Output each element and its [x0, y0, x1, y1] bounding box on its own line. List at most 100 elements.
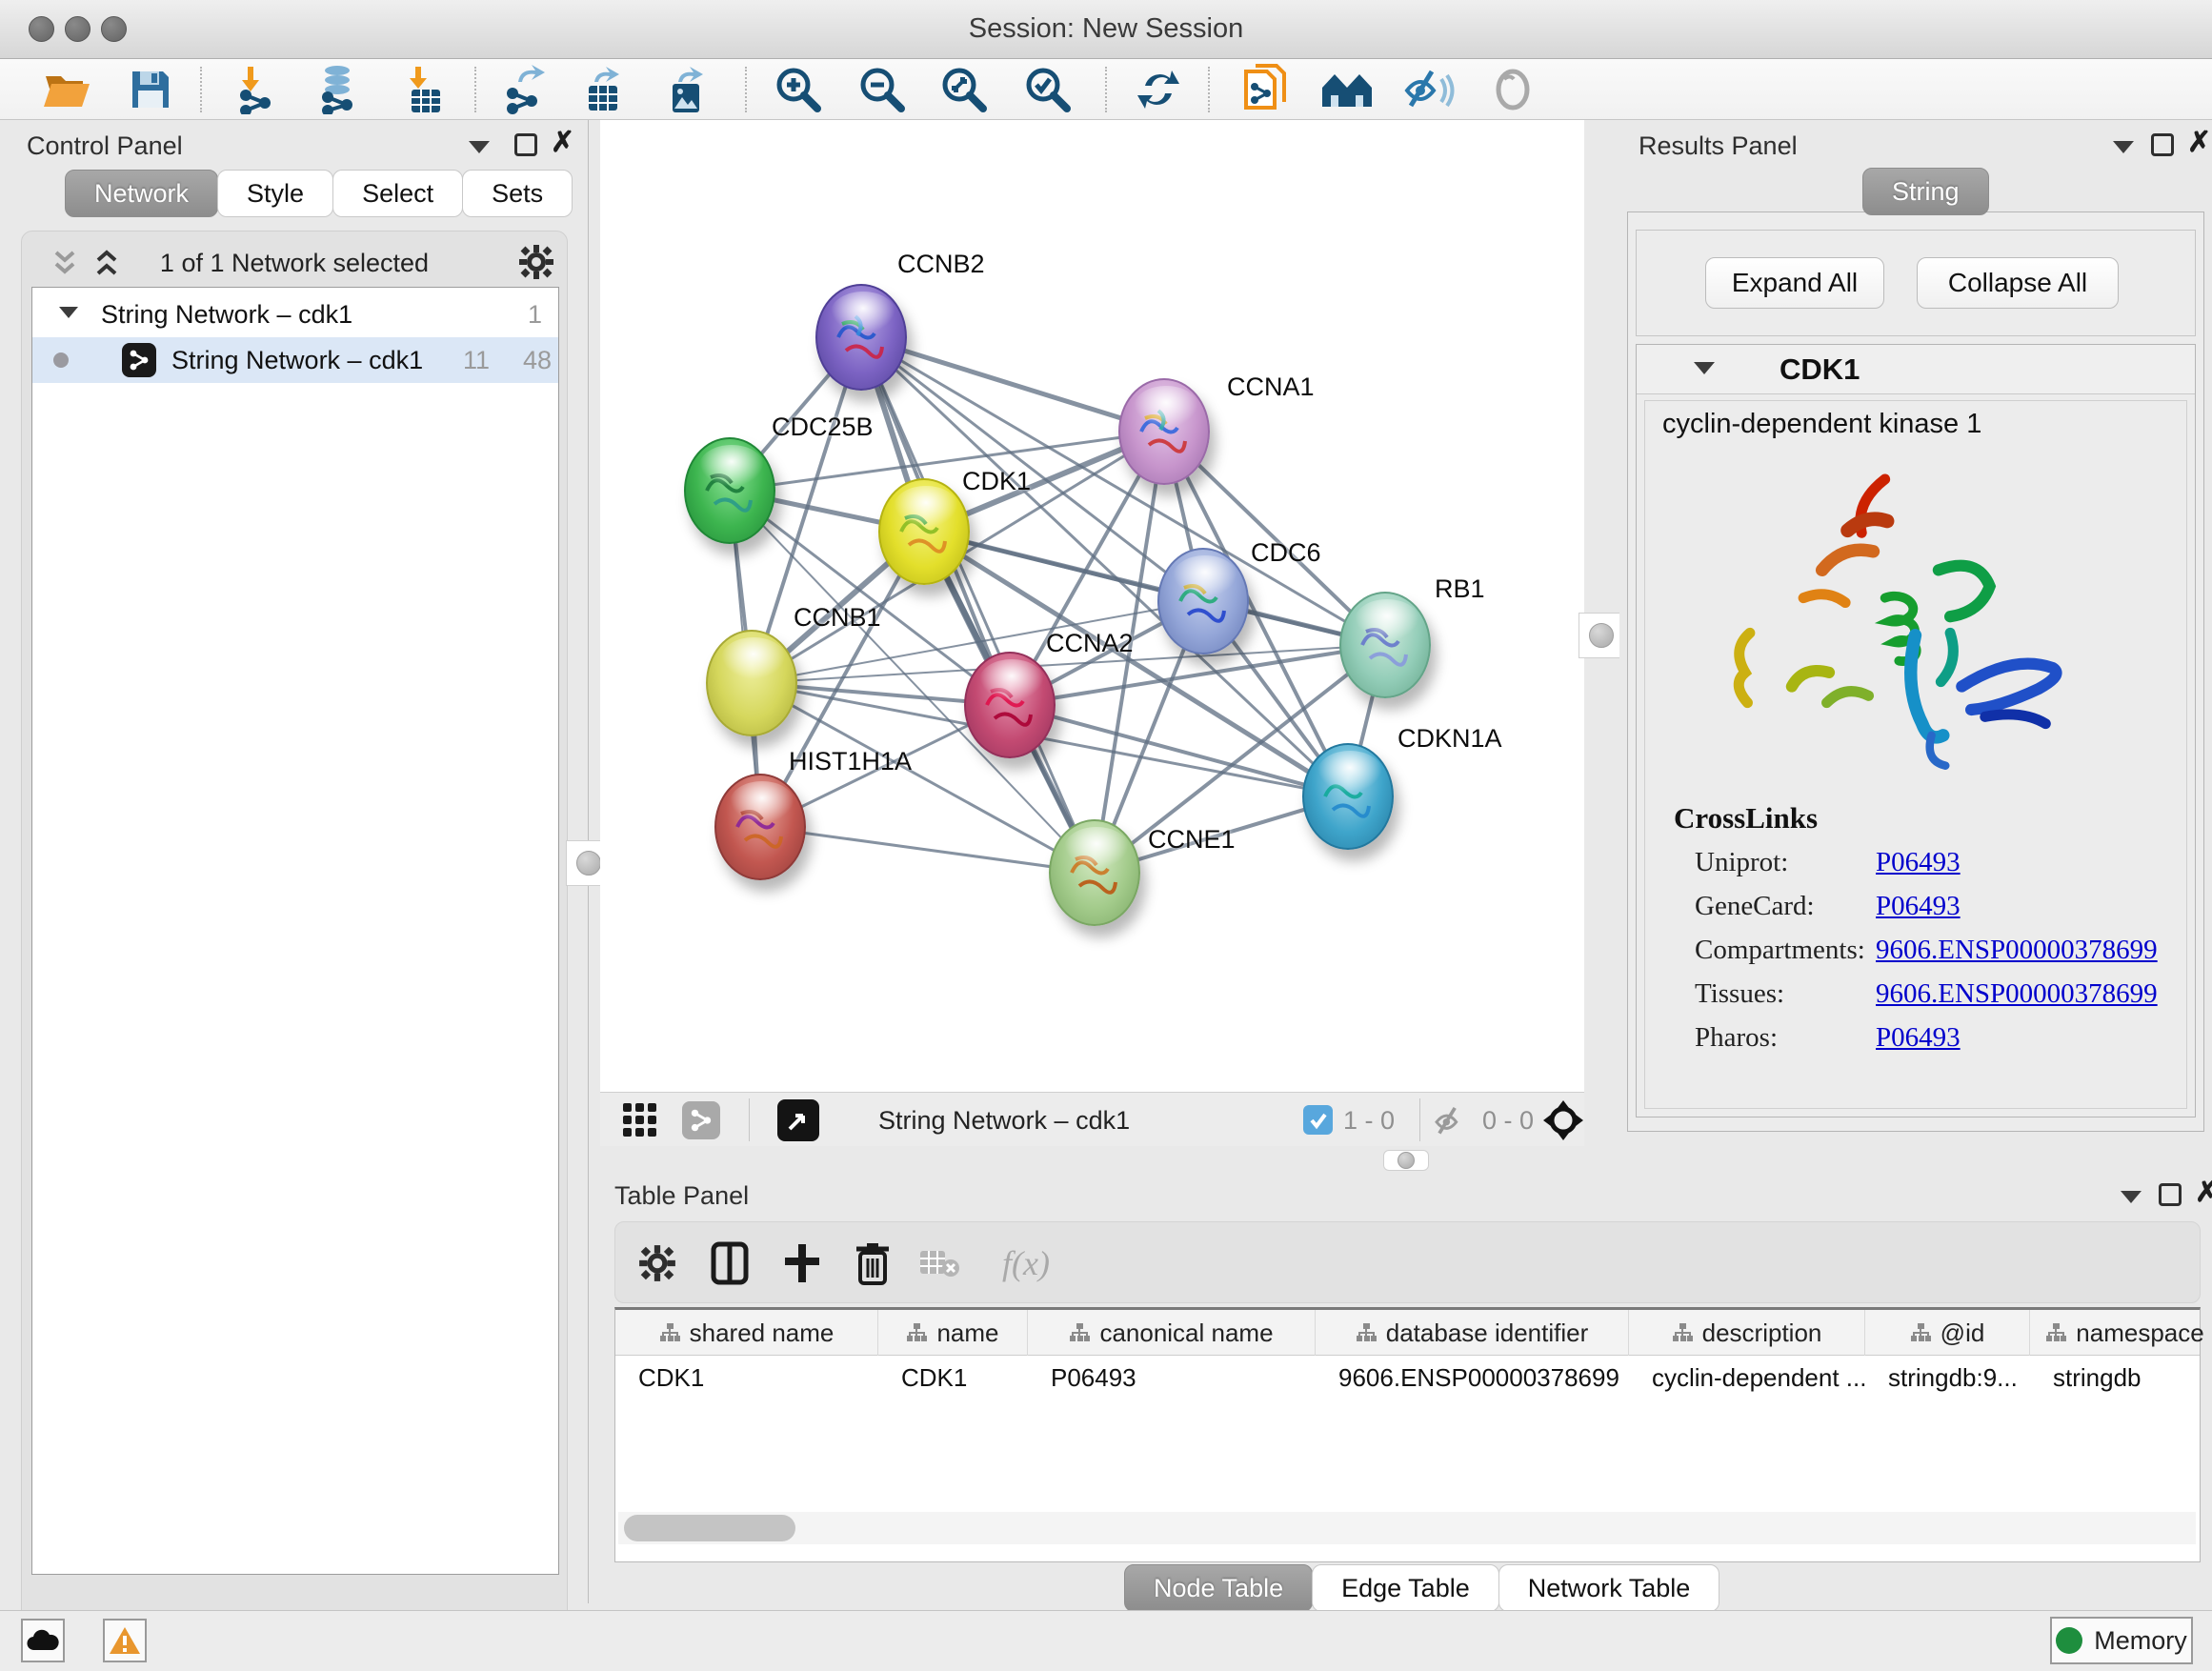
table-cell[interactable]: stringdb:9... — [1865, 1356, 2030, 1399]
network-edge[interactable] — [1010, 705, 1348, 796]
column-header--id[interactable]: @id — [1865, 1310, 2030, 1356]
toolbar-separator — [1105, 67, 1107, 112]
results-panel-title: Results Panel — [1639, 131, 1798, 161]
table-cell[interactable]: stringdb — [2030, 1356, 2212, 1399]
node-gloss-highlight — [699, 445, 764, 487]
panel-menu-caret-icon[interactable] — [2121, 1191, 2142, 1203]
collapse-all-button[interactable]: Collapse All — [1917, 257, 2119, 309]
import-table-button[interactable] — [398, 67, 452, 112]
tree-expand-caret-icon[interactable] — [59, 307, 78, 318]
network-node-CDC25B[interactable] — [684, 437, 775, 544]
network-edge[interactable] — [861, 337, 1095, 873]
network-node-CDKN1A[interactable] — [1302, 743, 1394, 850]
network-node-CCNB2[interactable] — [815, 284, 907, 391]
node-table-row[interactable]: CDK1CDK1P064939606.ENSP00000378699cyclin… — [615, 1356, 2200, 1399]
results-splitter-handle[interactable] — [1579, 613, 1624, 658]
grid-view-toggle-icon[interactable] — [621, 1101, 659, 1139]
tab-style[interactable]: Style — [217, 170, 333, 217]
table-cell[interactable]: CDK1 — [615, 1356, 878, 1399]
table-cell[interactable]: CDK1 — [878, 1356, 1028, 1399]
memory-button[interactable]: Memory — [2050, 1617, 2193, 1664]
tab-network-table[interactable]: Network Table — [1498, 1564, 1720, 1612]
delete-column-button[interactable] — [846, 1238, 899, 1289]
string-view-toggle-icon[interactable] — [682, 1101, 720, 1139]
network-edge[interactable] — [760, 827, 1095, 873]
network-collection-row[interactable]: String Network – cdk1 1 — [32, 292, 558, 337]
network-view-canvas[interactable]: CCNB2CCNA1CDC25BCDK1CDC6RB1CCNB1CCNA2CDK… — [600, 120, 1584, 1092]
network-row-selected[interactable]: String Network – cdk1 11 48 — [32, 337, 558, 383]
main-toolbar: ? — [0, 59, 2212, 120]
close-panel-button[interactable]: ✗ — [2187, 131, 2211, 154]
zoom-in-button[interactable] — [772, 67, 825, 112]
network-node-RB1[interactable] — [1339, 592, 1431, 698]
table-settings-button[interactable] — [631, 1238, 684, 1289]
panel-menu-caret-icon[interactable] — [2113, 141, 2134, 153]
crosslink-link[interactable]: 9606.ENSP00000378699 — [1876, 978, 2158, 1010]
tab-string[interactable]: String — [1862, 168, 1989, 215]
column-header-namespace[interactable]: namespace — [2030, 1310, 2212, 1356]
column-header-description[interactable]: description — [1629, 1310, 1865, 1356]
gene-section-header[interactable]: CDK1 — [1637, 345, 2195, 394]
section-collapse-caret-icon[interactable] — [1694, 362, 1715, 374]
network-node-CCNE1[interactable] — [1049, 819, 1140, 926]
crosslink-link[interactable]: P06493 — [1876, 847, 1961, 878]
float-panel-button[interactable] — [2159, 1183, 2182, 1206]
export-table-button[interactable] — [577, 67, 631, 112]
table-splitter-handle[interactable] — [1383, 1150, 1429, 1171]
expand-all-button[interactable]: Expand All — [1705, 257, 1884, 309]
apply-layout-button[interactable] — [1132, 67, 1185, 112]
create-column-button[interactable] — [775, 1238, 829, 1289]
tab-network[interactable]: Network — [65, 170, 218, 217]
zoom-selected-button[interactable] — [1021, 67, 1075, 112]
network-node-CCNA2[interactable] — [964, 652, 1056, 758]
close-panel-button[interactable]: ✗ — [551, 131, 574, 154]
tab-edge-table[interactable]: Edge Table — [1312, 1564, 1499, 1612]
float-panel-button[interactable] — [2151, 133, 2174, 156]
export-image-button[interactable] — [659, 67, 713, 112]
column-header-shared-name[interactable]: shared name — [615, 1310, 878, 1356]
save-session-button[interactable] — [124, 67, 177, 112]
selected-count-checkbox[interactable] — [1303, 1105, 1333, 1135]
network-node-HIST1H1A[interactable] — [714, 774, 806, 880]
new-network-from-selection-button[interactable] — [1238, 67, 1292, 112]
import-network-file-button[interactable] — [231, 67, 284, 112]
table-cell[interactable]: 9606.ENSP00000378699 — [1316, 1356, 1629, 1399]
import-table-icon — [402, 65, 448, 114]
table-cell[interactable]: cyclin-dependent ... — [1629, 1356, 1865, 1399]
birdseye-navigator-icon[interactable] — [1541, 1098, 1585, 1142]
network-node-CDK1[interactable] — [878, 478, 970, 585]
tab-node-table[interactable]: Node Table — [1124, 1564, 1313, 1612]
show-all-button[interactable] — [1486, 67, 1539, 112]
column-header-database-identifier[interactable]: database identifier — [1316, 1310, 1629, 1356]
crosslink-link[interactable]: P06493 — [1876, 1022, 1961, 1054]
cloud-status-button[interactable] — [21, 1619, 65, 1662]
column-header-canonical-name[interactable]: canonical name — [1028, 1310, 1316, 1356]
export-network-button[interactable] — [499, 67, 553, 112]
warnings-button[interactable] — [103, 1619, 147, 1662]
table-cell[interactable]: P06493 — [1028, 1356, 1316, 1399]
open-session-button[interactable] — [40, 67, 93, 112]
crosslink-link[interactable]: P06493 — [1876, 891, 1961, 922]
tab-sets[interactable]: Sets — [462, 170, 573, 217]
crosslink-link[interactable]: 9606.ENSP00000378699 — [1876, 935, 2158, 966]
show-columns-button[interactable] — [703, 1238, 756, 1289]
column-header-name[interactable]: name — [878, 1310, 1028, 1356]
open-view-in-window-button[interactable] — [777, 1099, 819, 1141]
scrollbar-thumb[interactable] — [624, 1515, 795, 1541]
database-network-icon — [312, 65, 362, 114]
zoom-fit-button[interactable] — [937, 67, 991, 112]
node-gloss-highlight — [1317, 751, 1382, 793]
network-options-gear-icon[interactable] — [517, 243, 555, 281]
float-panel-button[interactable] — [514, 133, 537, 156]
close-panel-button[interactable]: ✗ — [2195, 1181, 2212, 1204]
table-horizontal-scrollbar[interactable] — [618, 1512, 2196, 1544]
panel-menu-caret-icon[interactable] — [469, 141, 490, 153]
network-node-CCNA1[interactable] — [1118, 378, 1210, 485]
hide-selected-button[interactable] — [1402, 67, 1456, 112]
first-neighbors-button[interactable] — [1320, 67, 1374, 112]
network-node-CDC6[interactable] — [1157, 548, 1249, 654]
zoom-out-button[interactable] — [855, 67, 909, 112]
network-node-CCNB1[interactable] — [706, 630, 797, 736]
tab-select[interactable]: Select — [332, 170, 463, 217]
import-network-database-button[interactable] — [311, 67, 364, 112]
